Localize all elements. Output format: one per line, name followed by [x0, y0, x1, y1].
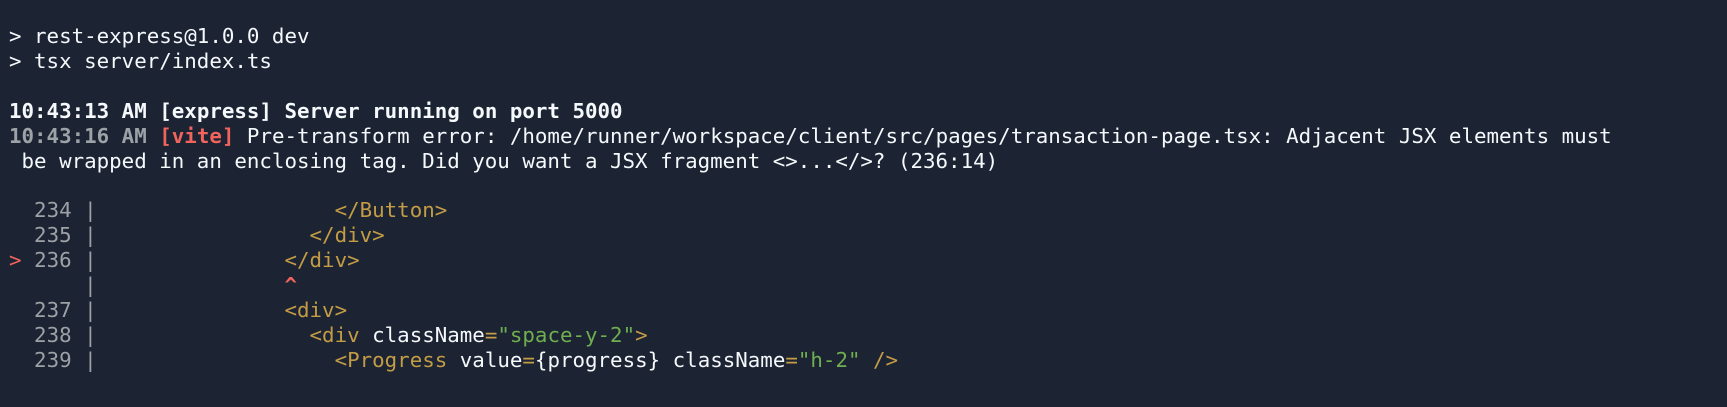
- log-tag: [express]: [159, 99, 272, 123]
- jsx-tag: </Button>: [334, 198, 448, 222]
- error-message: Pre-transform error: /home/runner/worksp…: [246, 124, 1612, 148]
- code-frame-line: 234 | </Button>: [0, 198, 1727, 223]
- gutter-separator: |: [84, 273, 97, 297]
- gutter-separator: |: [84, 248, 97, 272]
- gutter-separator: |: [84, 223, 97, 247]
- code-frame-line: 235 | </div>: [0, 223, 1727, 248]
- log-time: 10:43:16 AM: [9, 124, 147, 148]
- jsx-attribute: className: [359, 323, 485, 347]
- code-frame-line: 239 | <Progress value={progress} classNa…: [34, 348, 899, 372]
- jsx-tag: </div>: [284, 248, 360, 272]
- error-caret: ^: [284, 273, 297, 297]
- jsx-string: "space-y-2": [497, 323, 636, 347]
- jsx-tag: <div>: [284, 298, 348, 322]
- gutter-separator: |: [84, 323, 97, 347]
- line-number: 239: [34, 348, 72, 372]
- jsx-tag: <Progress: [334, 348, 448, 372]
- log-time: 10:43:13 AM: [9, 99, 147, 123]
- code-frame-caret-line: | ^: [0, 273, 1727, 298]
- log-message: Server running on port 5000: [284, 99, 623, 123]
- express-log-line: 10:43:13 AM [express] Server running on …: [0, 99, 1727, 124]
- jsx-attribute: value: [447, 348, 523, 372]
- gutter-separator: |: [84, 348, 97, 372]
- jsx-string: "h-2": [797, 348, 861, 372]
- jsx-tag: <div: [309, 323, 360, 347]
- error-pointer: >: [9, 248, 22, 272]
- jsx-tag: </div>: [309, 223, 385, 247]
- npm-command-line: > tsx server/index.ts: [9, 49, 272, 73]
- vite-error-line: 10:43:16 AM [vite] Pre-transform error: …: [0, 124, 1727, 149]
- terminal-output[interactable]: > rest-express@1.0.0 dev > tsx server/in…: [0, 0, 1727, 407]
- code-frame-line: 238 | <div className="space-y-2">: [34, 323, 648, 347]
- vite-tag: [vite]: [159, 124, 235, 148]
- line-number: 238: [34, 323, 72, 347]
- vite-error-line-continued: be wrapped in an enclosing tag. Did you …: [9, 149, 999, 173]
- line-number: 237: [34, 298, 72, 322]
- line-number: 235: [34, 223, 72, 247]
- gutter-separator: |: [84, 198, 97, 222]
- line-number: 236: [34, 248, 72, 272]
- line-number: 234: [34, 198, 72, 222]
- code-frame-error-line: > 236 | </div>: [0, 248, 1727, 273]
- code-frame-line: 237 | <div>: [0, 298, 1727, 323]
- jsx-expression: {progress}: [534, 348, 661, 372]
- npm-script-line: > rest-express@1.0.0 dev: [9, 24, 310, 48]
- jsx-attribute: className: [660, 348, 786, 372]
- gutter-separator: |: [84, 298, 97, 322]
